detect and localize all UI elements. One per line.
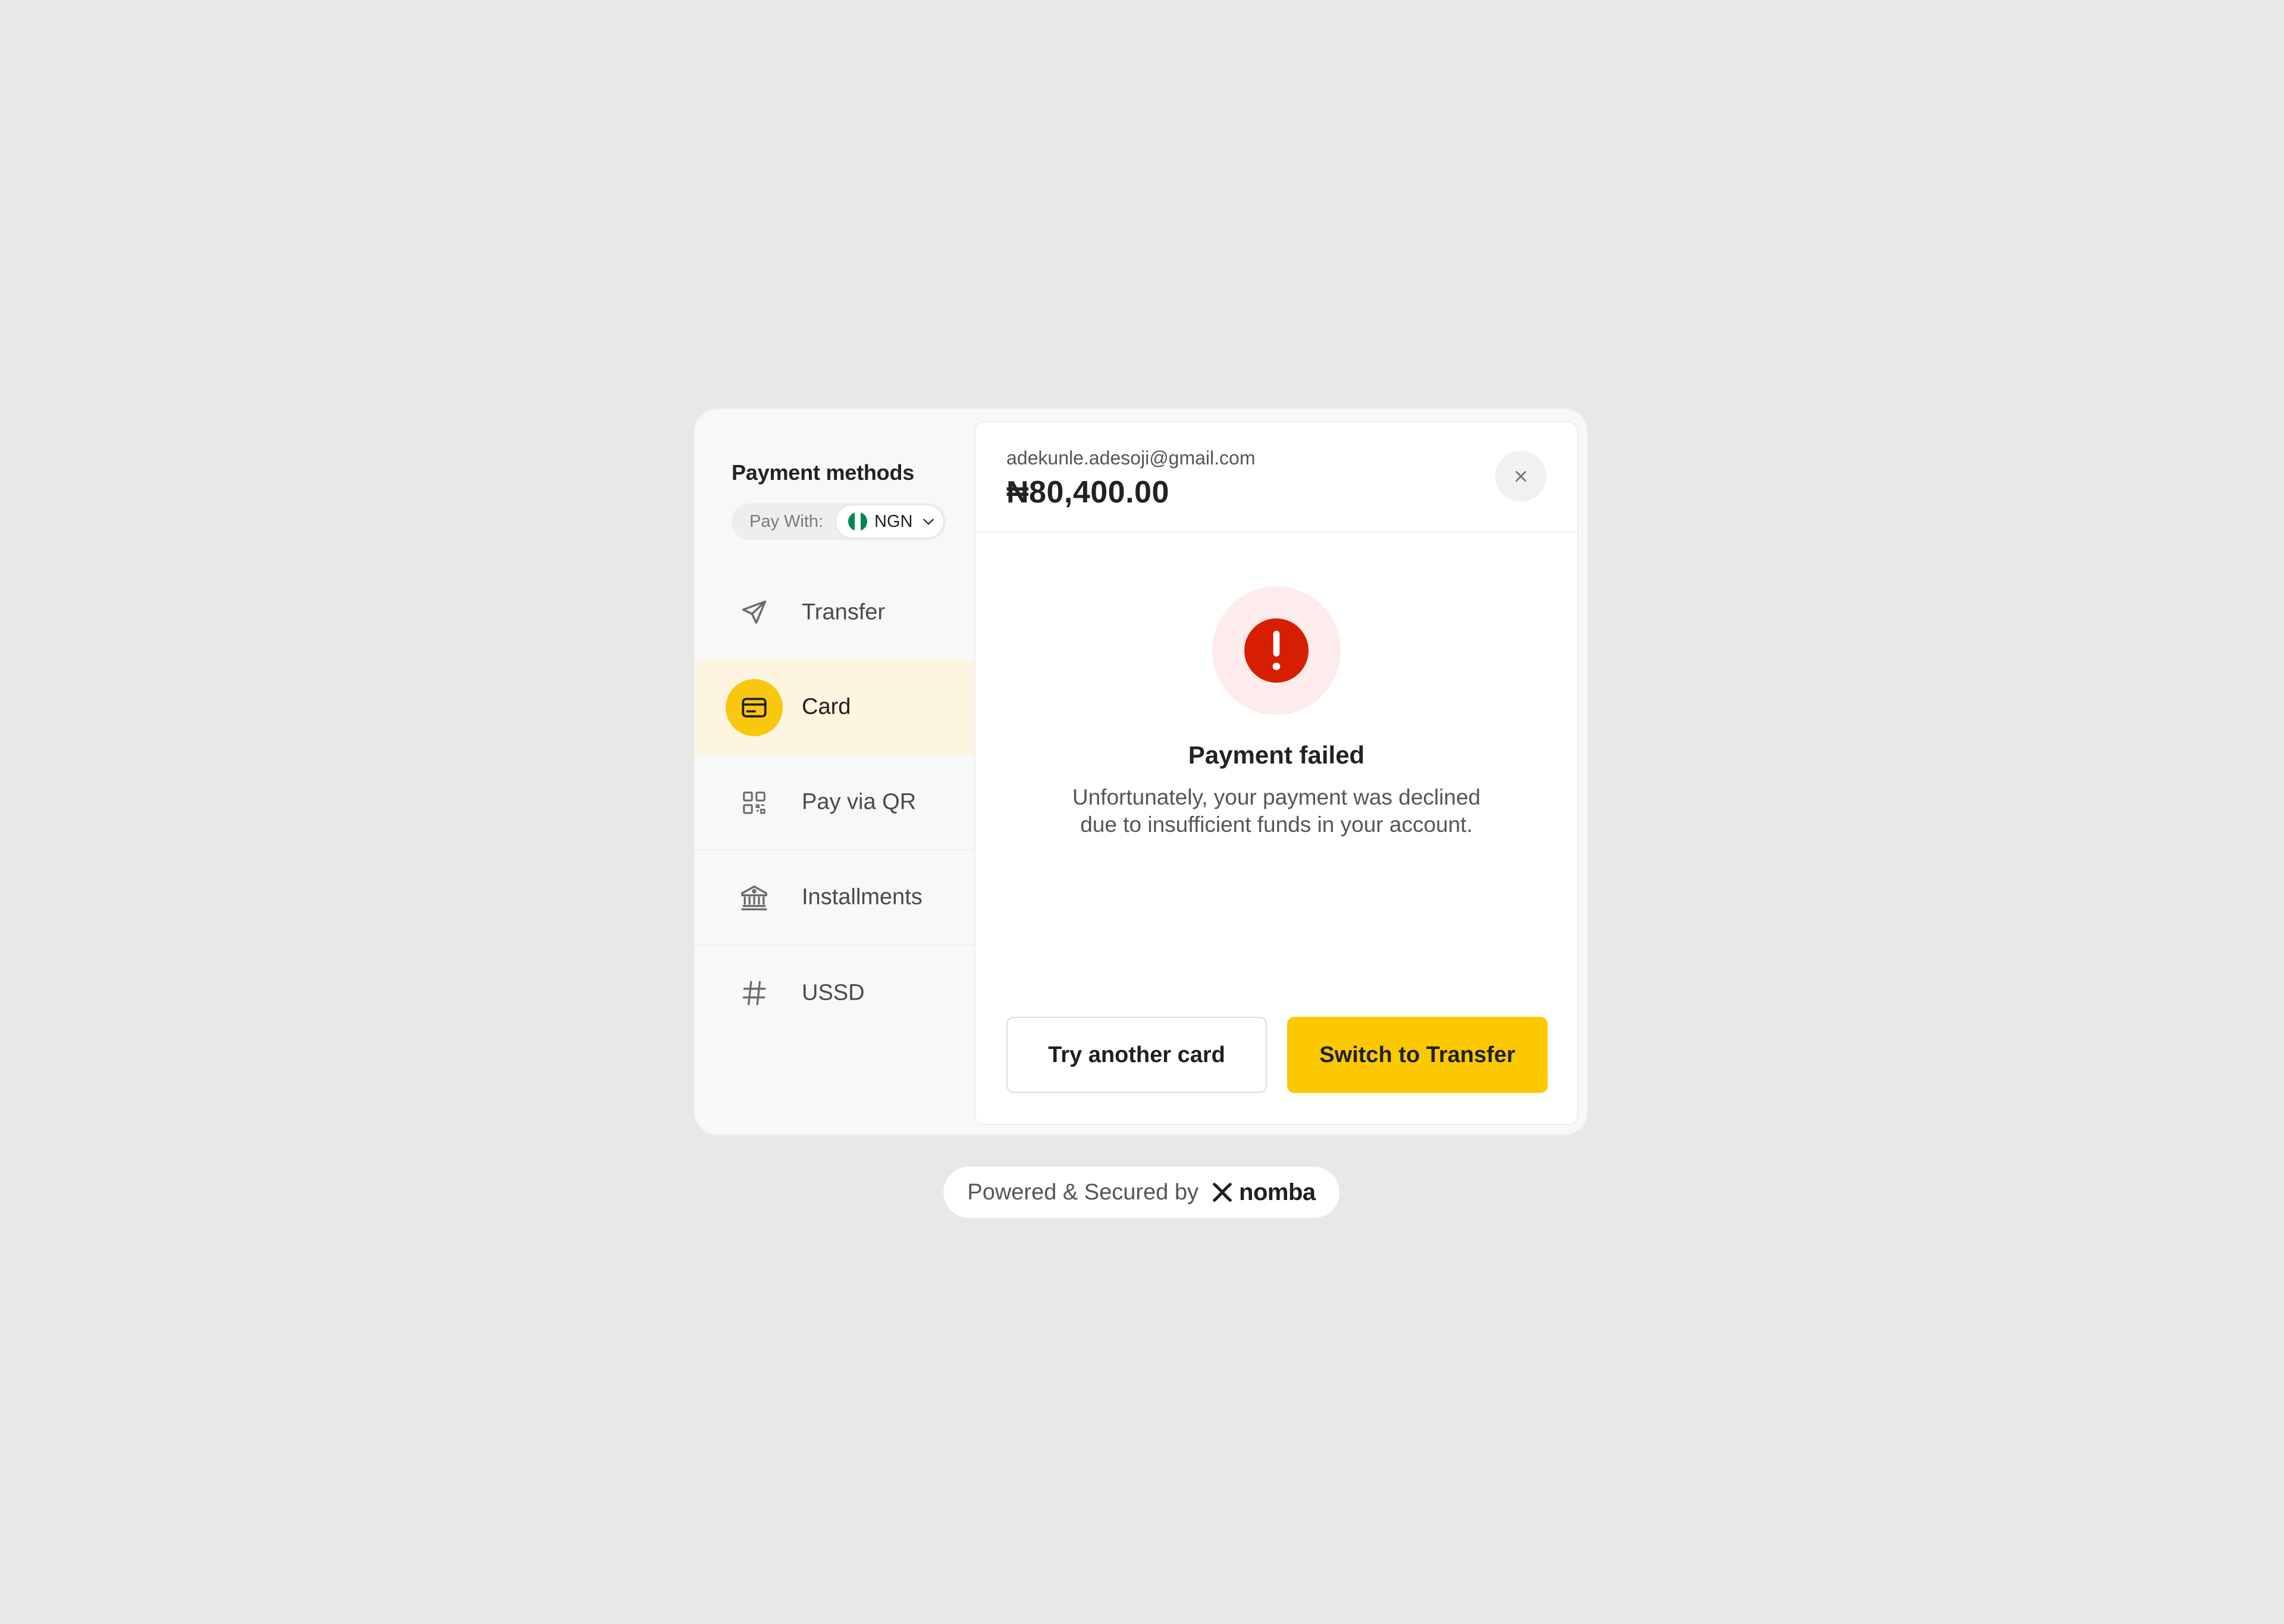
status-message: Unfortunately, your payment was declined… [975, 784, 1577, 838]
powered-by-footer: Powered & Secured by nomba [943, 1167, 1339, 1218]
switch-to-transfer-button[interactable]: Switch to Transfer [1287, 1017, 1548, 1093]
currency-code: NGN [874, 511, 913, 531]
close-icon [1516, 471, 1526, 482]
payment-methods-sidebar: Payment methods Pay With: NGN [695, 409, 974, 1135]
payment-status-panel: adekunle.adesoji@gmail.com ₦80,400.00 Pa… [974, 421, 1579, 1125]
nomba-logo: nomba [1210, 1179, 1316, 1206]
pay-with-label: Pay With: [749, 511, 824, 531]
chevron-down-icon [923, 519, 934, 525]
brand-name: nomba [1239, 1179, 1316, 1205]
nomba-mark-icon [1213, 1183, 1232, 1202]
status-title: Payment failed [1188, 741, 1365, 769]
exclamation-icon [1244, 618, 1309, 683]
currency-dropdown[interactable]: NGN [835, 504, 945, 539]
error-status-badge [1212, 586, 1341, 715]
sidebar-title: Payment methods [732, 460, 915, 485]
try-another-card-button[interactable]: Try another card [1006, 1017, 1267, 1093]
payment-amount: ₦80,400.00 [1006, 475, 1169, 510]
status-message-line-2: due to insufficient funds in your accoun… [1080, 812, 1473, 837]
status-message-line-1: Unfortunately, your payment was declined [1072, 785, 1481, 809]
payment-modal: Payment methods Pay With: NGN adekunle.a… [694, 408, 1588, 1136]
checkout-header: adekunle.adesoji@gmail.com ₦80,400.00 [975, 422, 1577, 533]
nigeria-flag-icon [848, 512, 867, 531]
powered-by-text: Powered & Secured by [967, 1179, 1199, 1205]
customer-email: adekunle.adesoji@gmail.com [1006, 447, 1256, 469]
pay-with-selector: Pay With: NGN [732, 503, 946, 540]
close-button[interactable] [1495, 451, 1546, 502]
